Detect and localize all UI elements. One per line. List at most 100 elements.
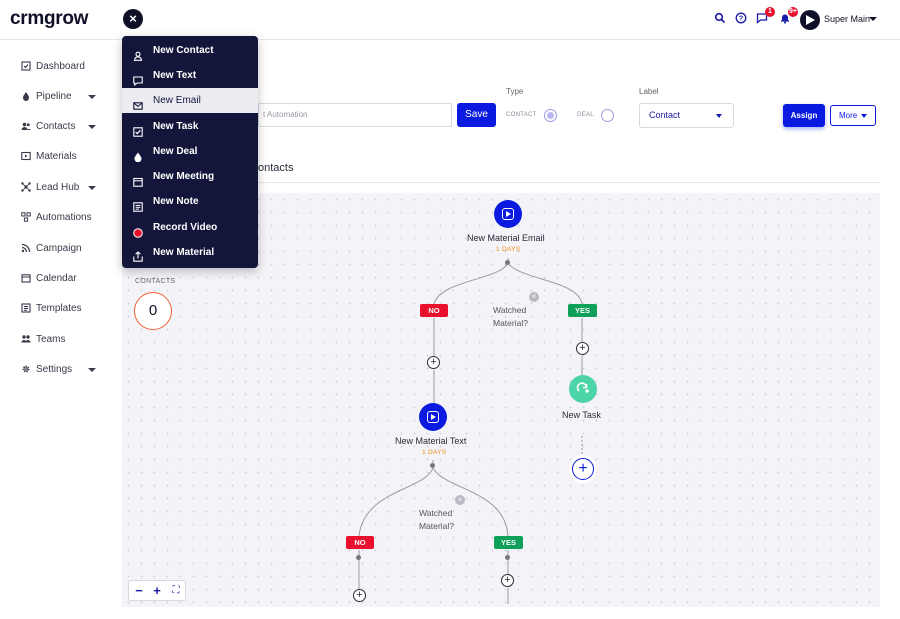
chevron-down-icon[interactable]: [869, 17, 877, 21]
add-step-button[interactable]: +: [501, 574, 514, 587]
tab-contacts[interactable]: ontacts: [258, 162, 293, 174]
no-branch-tag[interactable]: NO: [420, 304, 448, 317]
close-icon[interactable]: ×: [529, 292, 539, 302]
sidebar-item-settings[interactable]: Settings: [20, 361, 72, 377]
pipeline-icon: [20, 91, 31, 102]
sidebar-item-label: Dashboard: [36, 60, 85, 72]
messages-icon[interactable]: 1: [755, 7, 775, 26]
templates-icon: [20, 302, 31, 314]
material-email-icon[interactable]: [494, 200, 522, 228]
contacts-count[interactable]: 0: [134, 292, 172, 330]
add-menu: New Contact New Text New Email New Task …: [122, 36, 258, 268]
avatar[interactable]: [800, 10, 820, 30]
messages-badge: 1: [765, 7, 775, 17]
sidebar-item-lead-hub[interactable]: Lead Hub: [20, 179, 79, 195]
notifications-badge: 9+: [788, 7, 798, 17]
node-delay: 1 DAYS: [422, 449, 447, 456]
menu-item-new-deal[interactable]: New Deal: [122, 139, 258, 164]
menu-item-new-meeting[interactable]: New Meeting: [122, 164, 258, 189]
close-icon[interactable]: ×: [123, 9, 143, 29]
menu-item-label: New Task: [153, 121, 199, 132]
user-name[interactable]: Super Main: [824, 14, 870, 24]
node-title[interactable]: New Material Text: [395, 436, 466, 446]
menu-item-record-video[interactable]: Record Video: [122, 215, 258, 240]
contacts-count-label: CONTACTS: [135, 278, 176, 285]
chevron-down-icon[interactable]: [88, 186, 96, 190]
help-icon[interactable]: ?: [734, 12, 748, 26]
type-deal-label: DEAL: [577, 112, 594, 118]
add-step-button[interactable]: +: [353, 589, 366, 602]
app-logo[interactable]: crmgrow: [10, 8, 88, 30]
condition-text: Watched: [419, 508, 453, 518]
sidebar-item-automations[interactable]: Automations: [20, 209, 92, 225]
add-step-button[interactable]: +: [427, 356, 440, 369]
campaign-icon: [20, 243, 31, 254]
add-step-button[interactable]: +: [576, 342, 589, 355]
upload-icon: [133, 247, 143, 272]
chevron-down-icon[interactable]: [861, 114, 867, 118]
condition-text: Material?: [419, 521, 454, 531]
svg-text:?: ?: [739, 16, 743, 23]
menu-item-new-task[interactable]: New Task: [122, 114, 258, 139]
menu-item-new-email[interactable]: New Email: [122, 88, 258, 113]
menu-item-new-material[interactable]: New Material: [122, 240, 258, 265]
dashboard-icon: [20, 60, 31, 72]
no-branch-tag[interactable]: NO: [346, 536, 374, 549]
sidebar-item-label: Contacts: [36, 120, 76, 132]
gear-icon: [20, 364, 31, 375]
zoom-out-button[interactable]: −: [132, 583, 146, 598]
menu-item-new-note[interactable]: New Note: [122, 189, 258, 214]
sidebar-item-label: Calendar: [36, 272, 77, 284]
teams-icon: [20, 334, 31, 345]
node-title[interactable]: New Task: [562, 410, 601, 420]
label-label: Label: [639, 87, 659, 96]
zoom-controls: − + ⛶: [128, 580, 186, 601]
notifications-icon[interactable]: 9+: [778, 7, 798, 26]
sidebar-item-templates[interactable]: Templates: [20, 300, 82, 316]
save-button[interactable]: Save: [457, 103, 496, 127]
menu-item-label: New Contact: [153, 45, 214, 56]
type-contact-label: CONTACT: [506, 112, 537, 118]
automation-name-input[interactable]: t Automation: [258, 103, 452, 127]
sidebar-item-label: Pipeline: [36, 90, 72, 102]
node-title[interactable]: New Material Email: [467, 233, 545, 243]
add-step-button[interactable]: +: [572, 458, 594, 480]
chevron-down-icon[interactable]: [88, 95, 96, 99]
menu-item-new-contact[interactable]: New Contact: [122, 38, 258, 63]
sidebar-item-dashboard[interactable]: Dashboard: [20, 58, 85, 74]
menu-item-label: New Email: [153, 95, 201, 106]
assign-button[interactable]: Assign: [783, 104, 825, 127]
menu-item-label: New Meeting: [153, 171, 215, 182]
lead-hub-icon: [20, 181, 31, 193]
material-text-icon[interactable]: [419, 403, 447, 431]
search-icon[interactable]: [713, 12, 727, 26]
sidebar-item-calendar[interactable]: Calendar: [20, 270, 77, 286]
contacts-icon: [20, 121, 31, 132]
calendar-icon: [20, 273, 31, 284]
menu-item-label: New Note: [153, 196, 199, 207]
menu-item-new-text[interactable]: New Text: [122, 63, 258, 88]
type-deal-radio[interactable]: [601, 109, 614, 122]
chevron-down-icon[interactable]: [716, 114, 722, 118]
fit-screen-icon[interactable]: ⛶: [169, 583, 183, 598]
yes-branch-tag[interactable]: YES: [568, 304, 597, 317]
menu-item-label: Record Video: [153, 222, 218, 233]
materials-icon: [20, 151, 31, 162]
automations-icon: [20, 211, 31, 223]
sidebar-item-contacts[interactable]: Contacts: [20, 118, 75, 134]
zoom-in-button[interactable]: +: [150, 583, 164, 598]
chevron-down-icon[interactable]: [88, 125, 96, 129]
sidebar-item-teams[interactable]: Teams: [20, 331, 65, 347]
condition-text: Watched: [493, 305, 527, 315]
connector-dot: [505, 260, 510, 265]
more-button[interactable]: More: [830, 105, 876, 126]
condition-text: Material?: [493, 318, 528, 328]
yes-branch-tag[interactable]: YES: [494, 536, 523, 549]
sidebar-item-materials[interactable]: Materials: [20, 148, 77, 164]
sidebar-item-campaign[interactable]: Campaign: [20, 240, 82, 256]
sidebar-item-pipeline[interactable]: Pipeline: [20, 88, 72, 104]
chevron-down-icon[interactable]: [88, 368, 96, 372]
close-icon[interactable]: ×: [455, 495, 465, 505]
task-icon[interactable]: [569, 375, 597, 403]
type-contact-radio[interactable]: [544, 109, 557, 122]
